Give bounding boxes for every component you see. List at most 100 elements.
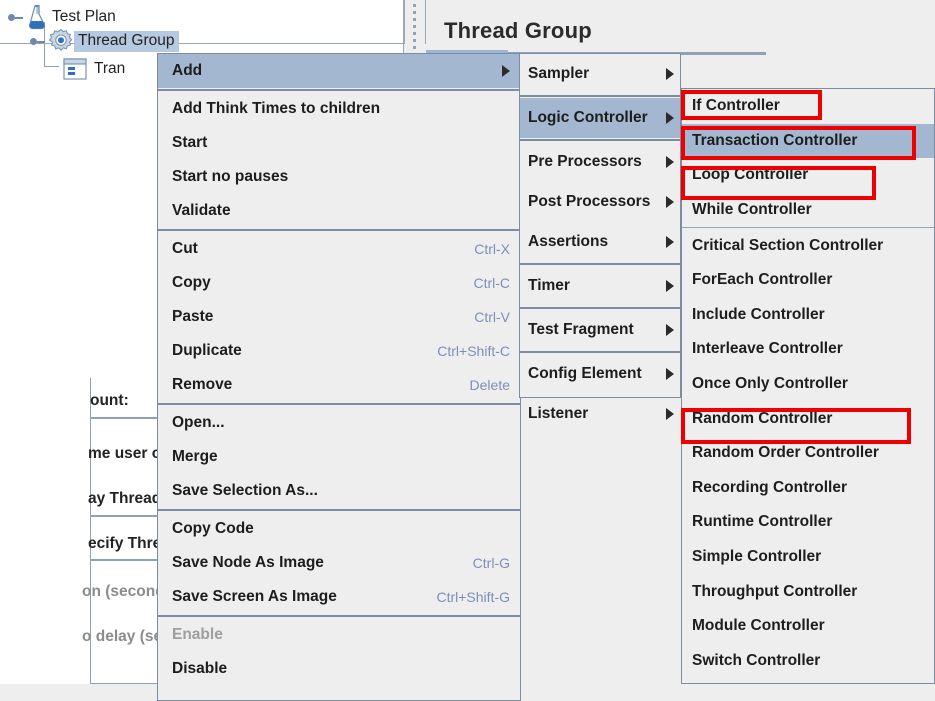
menu-item-label: Runtime Controller bbox=[692, 513, 833, 531]
menu-item-label: Loop Controller bbox=[692, 166, 809, 184]
menu-item-label: Add bbox=[172, 62, 203, 79]
add-submenu[interactable]: Sampler Logic Controller Pre Processors … bbox=[519, 53, 681, 422]
menu-item-label: Duplicate bbox=[172, 342, 242, 359]
menu-separator bbox=[520, 307, 680, 309]
submenu-item-module-controller[interactable]: Module Controller bbox=[682, 609, 934, 644]
menu-item-label: Random Order Controller bbox=[692, 444, 879, 462]
menu-item-label: Start no pauses bbox=[172, 168, 289, 185]
submenu-item-recording-controller[interactable]: Recording Controller bbox=[682, 471, 934, 506]
menu-item-label: Timer bbox=[528, 277, 570, 294]
menu-item-label: Throughput Controller bbox=[692, 582, 858, 600]
menu-item-open[interactable]: Open... bbox=[158, 406, 520, 440]
submenu-item-interleave-controller[interactable]: Interleave Controller bbox=[682, 332, 934, 367]
menu-item-shortcut: Ctrl+Shift-C bbox=[437, 343, 510, 359]
submenu-item-include-controller[interactable]: Include Controller bbox=[682, 298, 934, 333]
submenu-item-random-controller[interactable]: Random Controller bbox=[682, 401, 934, 436]
submenu-item-logic-controller[interactable]: Logic Controller bbox=[520, 98, 680, 138]
menu-separator bbox=[520, 139, 680, 141]
logic-controller-submenu[interactable]: If Controller Transaction Controller Loo… bbox=[681, 88, 935, 684]
menu-item-label: Critical Section Controller bbox=[692, 236, 884, 254]
menu-item-label: Module Controller bbox=[692, 617, 825, 635]
jmeter-window: Test Plan Thread Group Tran Thread Group… bbox=[0, 0, 935, 701]
chevron-right-icon bbox=[666, 112, 674, 124]
transaction-controller-icon bbox=[63, 58, 87, 80]
submenu-item-post-processors[interactable]: Post Processors bbox=[520, 182, 680, 222]
submenu-item-assertions[interactable]: Assertions bbox=[520, 222, 680, 262]
chevron-right-icon bbox=[666, 324, 674, 336]
menu-item-add[interactable]: Add bbox=[158, 54, 520, 88]
menu-item-label: Copy bbox=[172, 274, 211, 291]
chevron-right-icon bbox=[666, 408, 674, 420]
menu-item-label: Config Element bbox=[528, 365, 642, 382]
submenu-item-while-controller[interactable]: While Controller bbox=[682, 193, 934, 228]
menu-item-label: Logic Controller bbox=[528, 109, 648, 126]
submenu-item-listener[interactable]: Listener bbox=[520, 394, 680, 434]
menu-item-label: Switch Controller bbox=[692, 651, 821, 669]
submenu-item-random-order-controller[interactable]: Random Order Controller bbox=[682, 436, 934, 471]
submenu-item-if-controller[interactable]: If Controller bbox=[682, 89, 934, 124]
submenu-item-foreach-controller[interactable]: ForEach Controller bbox=[682, 263, 934, 298]
menu-item-label: Interleave Controller bbox=[692, 340, 843, 358]
submenu-item-loop-controller[interactable]: Loop Controller bbox=[682, 158, 934, 193]
submenu-item-once-only-controller[interactable]: Once Only Controller bbox=[682, 367, 934, 402]
menu-item-save-screen-as-image[interactable]: Save Screen As Image Ctrl+Shift-G bbox=[158, 580, 520, 614]
menu-item-label: Cut bbox=[172, 240, 198, 257]
menu-item-enable: Enable bbox=[158, 618, 520, 652]
menu-item-disable[interactable]: Disable bbox=[158, 652, 520, 686]
menu-item-duplicate[interactable]: Duplicate Ctrl+Shift-C bbox=[158, 334, 520, 368]
submenu-item-transaction-controller[interactable]: Transaction Controller bbox=[682, 123, 934, 159]
tree-node-thread-group[interactable]: Thread Group bbox=[30, 26, 179, 56]
menu-item-shortcut: Ctrl-V bbox=[474, 309, 510, 325]
node-context-menu[interactable]: Add Add Think Times to children Start St… bbox=[157, 53, 521, 701]
tree-node-label: Tran bbox=[94, 59, 126, 77]
tree-node-transaction-controller[interactable]: Tran bbox=[60, 54, 129, 84]
menu-separator bbox=[158, 229, 520, 231]
menu-item-shortcut: Ctrl-G bbox=[472, 555, 510, 571]
chevron-right-icon bbox=[666, 196, 674, 208]
menu-item-label: Save Node As Image bbox=[172, 554, 324, 571]
split-pane-grip-icon bbox=[412, 4, 418, 56]
menu-item-label: Open... bbox=[172, 414, 225, 431]
menu-item-copy-code[interactable]: Copy Code bbox=[158, 512, 520, 546]
menu-item-save-selection-as[interactable]: Save Selection As... bbox=[158, 474, 520, 508]
menu-item-label: While Controller bbox=[692, 201, 812, 219]
menu-item-merge[interactable]: Merge bbox=[158, 440, 520, 474]
menu-item-paste[interactable]: Paste Ctrl-V bbox=[158, 300, 520, 334]
menu-item-remove[interactable]: Remove Delete bbox=[158, 368, 520, 402]
menu-item-label: Paste bbox=[172, 308, 214, 325]
menu-item-start-no-pauses[interactable]: Start no pauses bbox=[158, 160, 520, 194]
menu-item-cut[interactable]: Cut Ctrl-X bbox=[158, 232, 520, 266]
menu-item-label: Transaction Controller bbox=[692, 131, 858, 149]
tree-expand-handle-icon[interactable] bbox=[8, 9, 24, 25]
submenu-item-critical-section-controller[interactable]: Critical Section Controller bbox=[682, 228, 934, 263]
menu-item-label: Merge bbox=[172, 448, 218, 465]
tree-node-label: Thread Group bbox=[74, 30, 179, 52]
menu-item-label: Recording Controller bbox=[692, 478, 848, 496]
menu-item-copy[interactable]: Copy Ctrl-C bbox=[158, 266, 520, 300]
menu-item-save-node-as-image[interactable]: Save Node As Image Ctrl-G bbox=[158, 546, 520, 580]
menu-item-start[interactable]: Start bbox=[158, 126, 520, 160]
menu-item-label: Save Selection As... bbox=[172, 482, 318, 499]
submenu-item-sampler[interactable]: Sampler bbox=[520, 54, 680, 94]
menu-item-label: Remove bbox=[172, 376, 233, 393]
submenu-item-test-fragment[interactable]: Test Fragment bbox=[520, 310, 680, 350]
tree-node-label: Test Plan bbox=[52, 7, 116, 25]
menu-separator bbox=[520, 95, 680, 97]
menu-item-shortcut: Ctrl+Shift-G bbox=[436, 589, 510, 605]
submenu-item-timer[interactable]: Timer bbox=[520, 266, 680, 306]
menu-item-shortcut: Ctrl-C bbox=[473, 275, 510, 291]
menu-item-shortcut: Delete bbox=[469, 377, 510, 393]
menu-item-label: Add Think Times to children bbox=[172, 100, 381, 117]
menu-item-label: Test Fragment bbox=[528, 321, 634, 338]
submenu-item-switch-controller[interactable]: Switch Controller bbox=[682, 644, 934, 679]
submenu-item-pre-processors[interactable]: Pre Processors bbox=[520, 142, 680, 182]
menu-item-label: Random Controller bbox=[692, 409, 833, 427]
submenu-item-runtime-controller[interactable]: Runtime Controller bbox=[682, 505, 934, 540]
submenu-item-simple-controller[interactable]: Simple Controller bbox=[682, 540, 934, 575]
chevron-right-icon bbox=[666, 280, 674, 292]
submenu-item-throughput-controller[interactable]: Throughput Controller bbox=[682, 574, 934, 609]
menu-item-add-think-times[interactable]: Add Think Times to children bbox=[158, 92, 520, 126]
submenu-item-config-element[interactable]: Config Element bbox=[520, 354, 680, 394]
menu-item-validate[interactable]: Validate bbox=[158, 194, 520, 228]
tree-expand-handle-icon[interactable] bbox=[30, 33, 46, 49]
